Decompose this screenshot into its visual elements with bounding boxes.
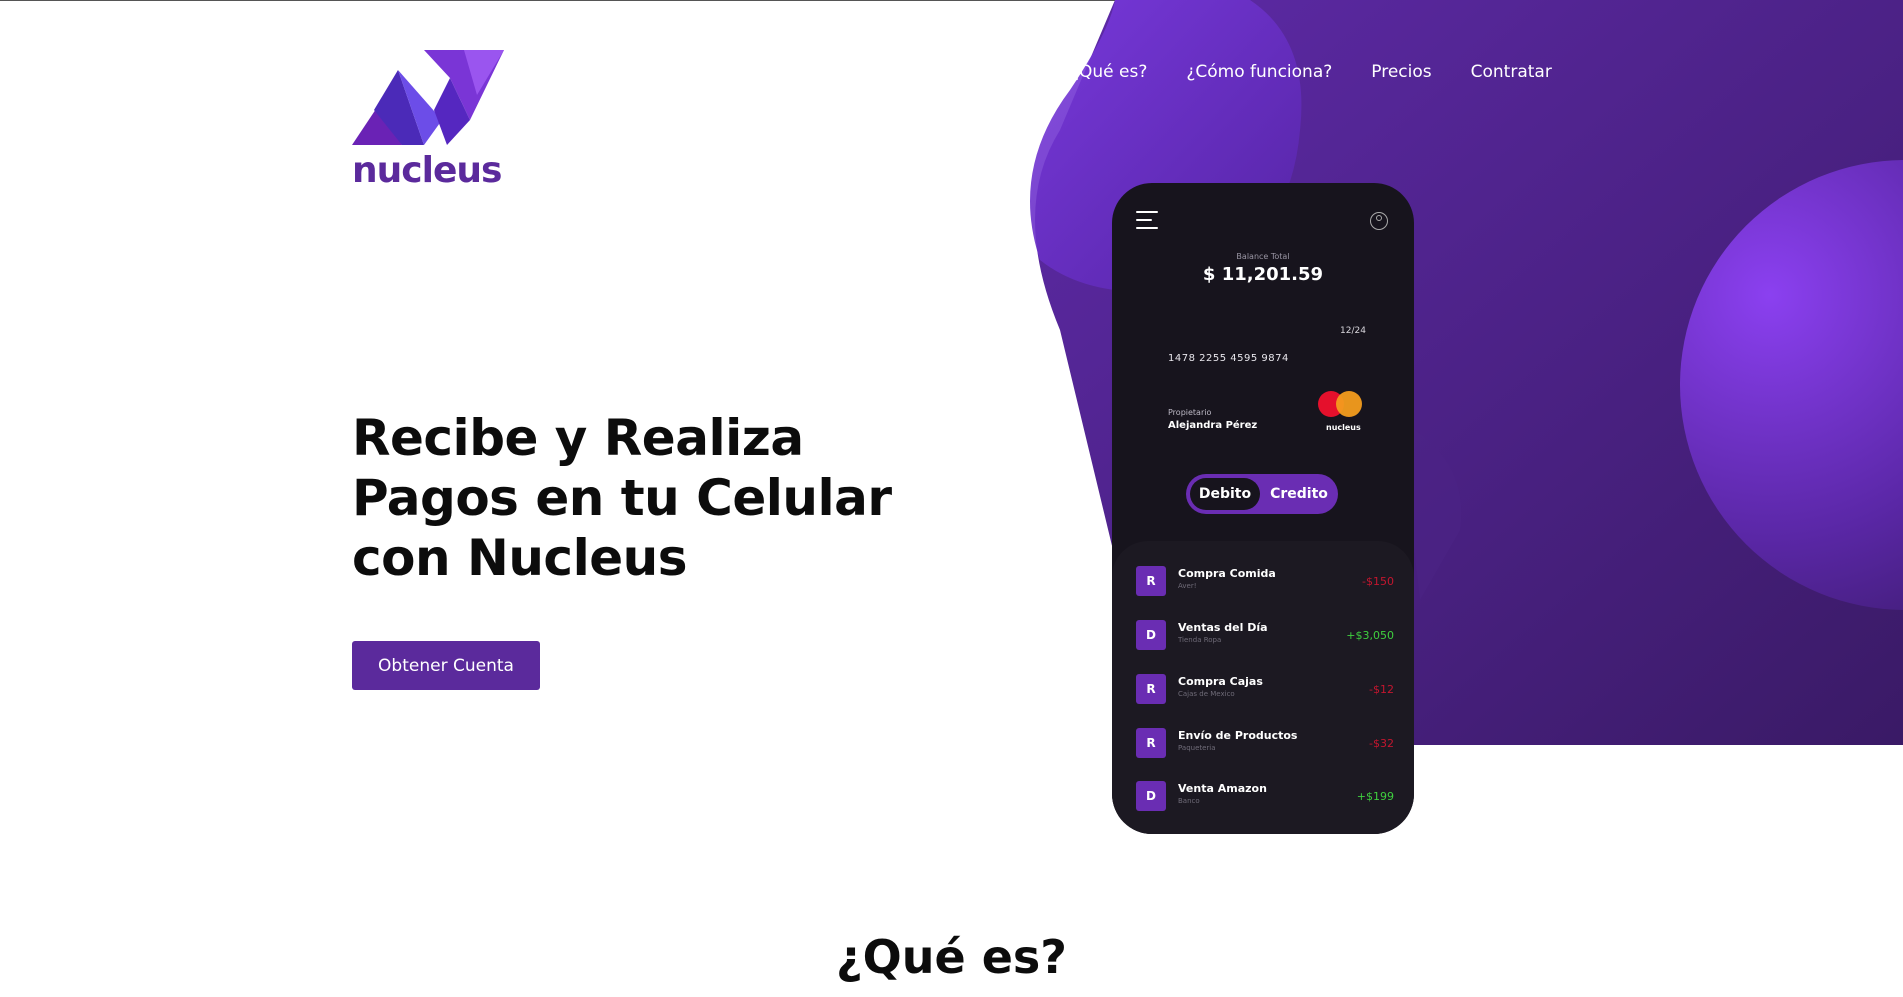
debit-credit-toggle: Debito Credito [1186, 474, 1338, 514]
transaction-merchant: Cajas de Mexico [1178, 690, 1235, 698]
list-item: D Ventas del Día Tienda Ropa +$3,050 [1136, 620, 1394, 652]
transaction-list: R Compra Comida Aver! -$150 D Ventas del… [1112, 541, 1414, 834]
transaction-amount: -$150 [1362, 575, 1394, 588]
transaction-type-badge: R [1136, 674, 1166, 704]
transaction-name: Venta Amazon [1178, 782, 1267, 795]
list-item: R Compra Cajas Cajas de Mexico -$12 [1136, 674, 1394, 706]
card-issuer-label: nucleus [1326, 423, 1361, 432]
transaction-merchant: Tienda Ropa [1178, 636, 1222, 644]
transaction-amount: -$32 [1369, 737, 1394, 750]
transaction-merchant: Paqueteria [1178, 744, 1216, 752]
card-expiry: 12/24 [1340, 326, 1366, 336]
transaction-type-badge: R [1136, 566, 1166, 596]
transaction-merchant: Banco [1178, 797, 1200, 805]
user-profile-icon [1370, 212, 1388, 230]
phone-mockup: Balance Total $ 11,201.59 12/24 1478 225… [1112, 183, 1414, 834]
card-owner-name: Alejandra Pérez [1168, 420, 1258, 431]
hero-headline: Recibe y Realiza Pagos en tu Celular con… [352, 409, 892, 587]
list-item: D Venta Amazon Banco +$199 [1136, 781, 1394, 813]
transaction-name: Compra Cajas [1178, 675, 1263, 688]
balance-amount: $ 11,201.59 [1202, 264, 1324, 285]
nav-link-como-funciona[interactable]: ¿Cómo funciona? [1186, 62, 1332, 82]
nav-link-contratar[interactable]: Contratar [1471, 62, 1552, 82]
transaction-merchant: Aver! [1178, 582, 1197, 590]
transaction-name: Envío de Productos [1178, 729, 1298, 742]
balance-label: Balance Total [1236, 252, 1290, 261]
transaction-name: Compra Comida [1178, 567, 1276, 580]
transaction-amount: -$12 [1369, 683, 1394, 696]
transaction-type-badge: D [1136, 781, 1166, 811]
transaction-amount: +$199 [1356, 790, 1394, 803]
main-nav: ¿Qué es? ¿Cómo funciona? Precios Contrat… [1070, 62, 1591, 82]
toggle-credit: Credito [1270, 486, 1328, 502]
nav-link-que-es[interactable]: ¿Qué es? [1070, 62, 1147, 82]
card-owner-label: Propietario [1168, 408, 1212, 417]
transaction-type-badge: D [1136, 620, 1166, 650]
card-number: 1478 2255 4595 9874 [1168, 353, 1289, 364]
list-item: R Compra Comida Aver! -$150 [1136, 566, 1394, 598]
section-heading-que-es: ¿Qué es? [835, 930, 1067, 984]
hero-background-shapes [1030, 0, 1903, 745]
hamburger-menu-icon [1136, 211, 1158, 231]
transaction-amount: +$3,050 [1346, 629, 1394, 642]
brand-wordmark: nucleus [352, 150, 502, 191]
list-item: R Envío de Productos Paqueteria -$32 [1136, 728, 1394, 760]
nav-link-precios[interactable]: Precios [1371, 62, 1431, 82]
transaction-type-badge: R [1136, 728, 1166, 758]
transaction-name: Ventas del Día [1178, 621, 1268, 634]
toggle-debit: Debito [1190, 478, 1260, 510]
get-account-button[interactable]: Obtener Cuenta [352, 641, 540, 690]
card-network-logo-icon [1318, 391, 1362, 419]
